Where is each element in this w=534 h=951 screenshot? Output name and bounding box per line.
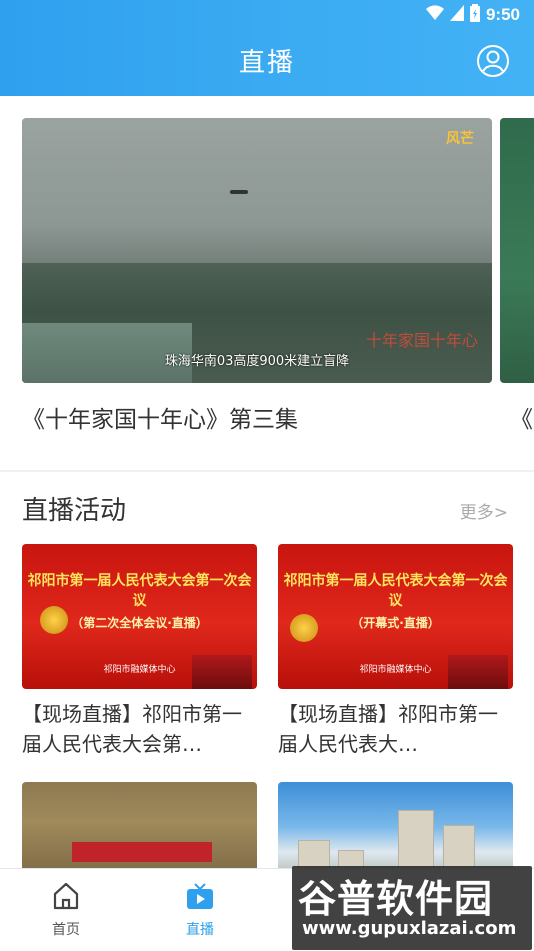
site-watermark: 谷普软件园 www.gupuxlazai.com [292, 866, 532, 950]
live-card-title: 【现场直播】祁阳市第一届人民代表大会第… [22, 702, 242, 756]
thumb-footer: 祁阳市融媒体中心 [103, 665, 176, 675]
app-header: 9:50 直播 [0, 0, 534, 96]
watermark-brand: 谷普软件园 [298, 877, 494, 921]
nav-label: 直播 [186, 922, 214, 938]
nav-item-home[interactable]: 首页 [26, 881, 106, 939]
live-card[interactable]: 祁阳市第一届人民代表大会第一次会议 （开幕式·直播） 祁阳市融媒体中心 【现场直… [278, 544, 513, 759]
featured-carousel[interactable]: 风芒 十年家国十年心 珠海华南03高度900米建立盲降 《十年家国十年心》第三集… [0, 96, 534, 468]
thumb-subtitle: （第二次全体会议·直播） [71, 616, 208, 630]
wifi-icon [425, 5, 444, 25]
carousel-slide-title[interactable]: 《十年家国十年心》第三集 [22, 400, 298, 434]
thumb-footer: 祁阳市融媒体中心 [359, 665, 432, 675]
live-card[interactable]: 祁阳市第一届人民代表大会第一次会议 （第二次全体会议·直播） 祁阳市融媒体中心 … [22, 544, 257, 759]
more-link[interactable]: 更多> [460, 498, 508, 523]
profile-button[interactable] [476, 44, 510, 78]
live-section-title: 直播活动 [22, 496, 127, 526]
program-stamp: 十年家国十年心 [365, 331, 478, 350]
page-title: 直播 [238, 48, 295, 78]
thumb-banner-text: 祁阳市第一届人民代表大会第一次会议 [27, 573, 252, 609]
signal-icon [449, 5, 464, 25]
battery-icon [469, 4, 480, 26]
nav-item-live[interactable]: 直播 [160, 881, 240, 939]
meeting-stage [72, 842, 212, 862]
tv-icon [187, 883, 213, 909]
status-time: 9:50 [485, 5, 520, 24]
live-card-title: 【现场直播】祁阳市第一届人民代表大… [278, 702, 498, 756]
nav-label: 首页 [52, 922, 80, 938]
thumb-banner-text: 祁阳市第一届人民代表大会第一次会议 [283, 573, 508, 609]
airplane [230, 190, 248, 194]
carousel-next-slide[interactable] [500, 118, 534, 383]
live-card-thumbnail [22, 782, 257, 882]
watermark-url: www.gupuxlazai.com [302, 918, 517, 939]
live-card[interactable] [22, 782, 257, 882]
home-icon [53, 882, 79, 910]
section-divider [0, 470, 534, 472]
video-caption: 珠海华南03高度900米建立盲降 [164, 354, 350, 369]
live-card-thumbnail: 祁阳市第一届人民代表大会第一次会议 （开幕式·直播） 祁阳市融媒体中心 [278, 544, 513, 689]
status-bar: 9:50 [0, 0, 534, 28]
user-icon [477, 45, 509, 77]
thumb-subtitle: （开幕式·直播） [351, 616, 440, 630]
live-card-thumbnail: 祁阳市第一届人民代表大会第一次会议 （第二次全体会议·直播） 祁阳市融媒体中心 [22, 544, 257, 689]
carousel-next-title[interactable]: 《十 [510, 400, 534, 434]
carousel-slide-image[interactable]: 风芒 十年家国十年心 珠海华南03高度900米建立盲降 [22, 118, 492, 383]
channel-logo: 风芒 [446, 131, 474, 147]
